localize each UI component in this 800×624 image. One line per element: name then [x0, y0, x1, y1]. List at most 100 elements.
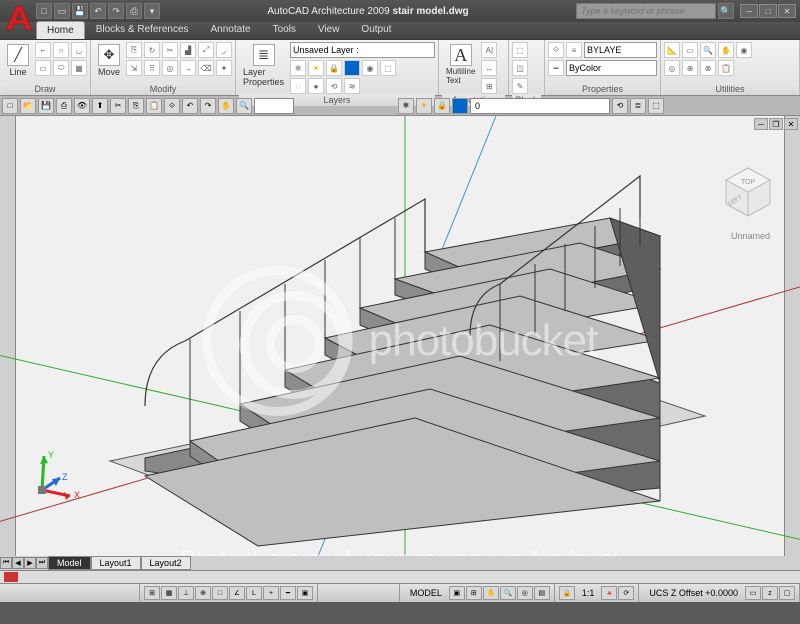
elevation-icon[interactable]: ▭: [745, 586, 761, 600]
ucs-offset-display[interactable]: UCS Z Offset +0.0000: [643, 588, 744, 598]
replace-z-icon[interactable]: z: [762, 586, 778, 600]
layer-sun-icon[interactable]: ☀: [308, 60, 324, 76]
tb-undo-icon[interactable]: ↶: [182, 98, 198, 114]
app-logo[interactable]: [2, 2, 34, 34]
stretch-icon[interactable]: ⇲: [126, 60, 142, 76]
save-icon[interactable]: 💾: [72, 3, 88, 19]
ducs-button[interactable]: L: [246, 586, 262, 600]
tb-new-icon[interactable]: □: [2, 98, 18, 114]
extend-icon[interactable]: →: [180, 60, 196, 76]
erase-icon[interactable]: ⌫: [198, 60, 214, 76]
layer-on-icon[interactable]: ●: [308, 78, 324, 94]
zoom-icon[interactable]: 🔍: [700, 42, 716, 58]
tb-plot-icon[interactable]: ⎙: [56, 98, 72, 114]
layout-first-icon[interactable]: ⏮: [0, 557, 12, 569]
layer-color-icon[interactable]: [344, 60, 360, 76]
lwt-button[interactable]: ━: [280, 586, 296, 600]
util5-icon[interactable]: ◉: [736, 42, 752, 58]
array-icon[interactable]: ⠿: [144, 60, 160, 76]
otrack-button[interactable]: ∠: [229, 586, 245, 600]
tab-output[interactable]: Output: [350, 20, 402, 39]
drawing-canvas[interactable]: ─ ❐ ✕: [0, 116, 800, 570]
tb-layer-iso-icon[interactable]: ⬚: [648, 98, 664, 114]
tb-pan2-icon[interactable]: ✋: [218, 98, 234, 114]
tb-open-icon[interactable]: 📂: [20, 98, 36, 114]
open-icon[interactable]: ▭: [54, 3, 70, 19]
annoscale-btn[interactable]: 🔺: [601, 586, 617, 600]
offset-icon[interactable]: ◎: [162, 60, 178, 76]
tb-layer-color-icon[interactable]: [452, 98, 468, 114]
insert-block-icon[interactable]: ⬚: [512, 42, 528, 58]
annoscale-lock-icon[interactable]: 🔒: [559, 586, 575, 600]
props-style-icon[interactable]: ≡: [566, 42, 582, 58]
tb-cut-icon[interactable]: ✂: [110, 98, 126, 114]
paste-icon[interactable]: 📋: [718, 60, 734, 76]
tb-paste-icon[interactable]: 📋: [146, 98, 162, 114]
layout-tab-layout2[interactable]: Layout2: [141, 556, 191, 570]
tab-annotate[interactable]: Annotate: [200, 20, 262, 39]
color-dropdown[interactable]: ByColor: [566, 60, 657, 76]
tb-layer-states-icon[interactable]: ≣: [630, 98, 646, 114]
tb-layer-dropdown[interactable]: 0: [470, 98, 610, 114]
layout-tab-layout1[interactable]: Layout1: [91, 556, 141, 570]
move-button[interactable]: ✥ Move: [94, 42, 124, 79]
sb-showhide-icon[interactable]: ▤: [534, 586, 550, 600]
tb-ws-dropdown[interactable]: [254, 98, 294, 114]
rotate-icon[interactable]: ↻: [144, 42, 160, 58]
new-icon[interactable]: □: [36, 3, 52, 19]
ellipse-icon[interactable]: ⬭: [53, 60, 69, 76]
fillet-icon[interactable]: ◞: [216, 42, 232, 58]
layer-state-dropdown[interactable]: Unsaved Layer :: [290, 42, 435, 58]
command-line[interactable]: [0, 570, 800, 583]
copy-icon[interactable]: ⎘: [126, 42, 142, 58]
layer-iso-icon[interactable]: ⬚: [380, 60, 396, 76]
layer-walk-icon[interactable]: ≋: [344, 78, 360, 94]
util6-icon[interactable]: ◎: [664, 60, 680, 76]
measure-icon[interactable]: 📐: [664, 42, 680, 58]
select-icon[interactable]: ▭: [682, 42, 698, 58]
sb-wheel-icon[interactable]: ◎: [517, 586, 533, 600]
sb-zoom-icon[interactable]: 🔍: [500, 586, 516, 600]
viewcube-label[interactable]: Unnamed: [731, 231, 770, 241]
tb-zoom2-icon[interactable]: 🔍: [236, 98, 252, 114]
edit-block-icon[interactable]: ✎: [512, 78, 528, 94]
layer-off-icon[interactable]: ◌: [290, 78, 306, 94]
layout-next-icon[interactable]: ▶: [24, 557, 36, 569]
snap-button[interactable]: ⊞: [144, 586, 160, 600]
tb-copy-icon[interactable]: ⎘: [128, 98, 144, 114]
util8-icon[interactable]: ⊗: [700, 60, 716, 76]
lineweight-icon[interactable]: ━: [548, 60, 564, 76]
arc-icon[interactable]: ◡: [71, 42, 87, 58]
hatch-icon[interactable]: ▦: [71, 60, 87, 76]
osnap-button[interactable]: □: [212, 586, 228, 600]
singletext-icon[interactable]: A|: [481, 42, 497, 58]
maximize-button[interactable]: □: [759, 4, 777, 18]
layer-prev-icon[interactable]: ⟲: [326, 78, 342, 94]
trim-icon[interactable]: ✂: [162, 42, 178, 58]
layer-lock-icon[interactable]: 🔒: [326, 60, 342, 76]
redo-icon[interactable]: ↷: [108, 3, 124, 19]
tab-view[interactable]: View: [307, 20, 351, 39]
create-block-icon[interactable]: ◫: [512, 60, 528, 76]
search-icon[interactable]: 🔍: [718, 3, 734, 19]
layer-match-icon[interactable]: ◉: [362, 60, 378, 76]
tb-save-icon[interactable]: 💾: [38, 98, 54, 114]
print-icon[interactable]: ⎙: [126, 3, 142, 19]
tb-layer-prev-icon[interactable]: ⟲: [612, 98, 628, 114]
circle-icon[interactable]: ○: [53, 42, 69, 58]
minimize-button[interactable]: ─: [740, 4, 758, 18]
qat-dropdown-icon[interactable]: ▾: [144, 3, 160, 19]
tab-home[interactable]: Home: [36, 21, 85, 39]
tb-publish-icon[interactable]: ⬆: [92, 98, 108, 114]
match-props-icon[interactable]: ⟐: [548, 42, 564, 58]
tb-layer-lock-icon[interactable]: 🔒: [434, 98, 450, 114]
mtext-button[interactable]: A Multiline Text: [442, 42, 479, 87]
annotation-scale[interactable]: 1:1: [576, 588, 601, 598]
close-button[interactable]: ✕: [778, 4, 796, 18]
qp-button[interactable]: ▣: [297, 586, 313, 600]
polar-button[interactable]: ⊕: [195, 586, 211, 600]
model-space-button[interactable]: MODEL: [404, 588, 448, 598]
dim-icon[interactable]: ↔: [481, 60, 497, 76]
grid-button[interactable]: ▦: [161, 586, 177, 600]
tab-blocks-references[interactable]: Blocks & References: [85, 20, 200, 39]
